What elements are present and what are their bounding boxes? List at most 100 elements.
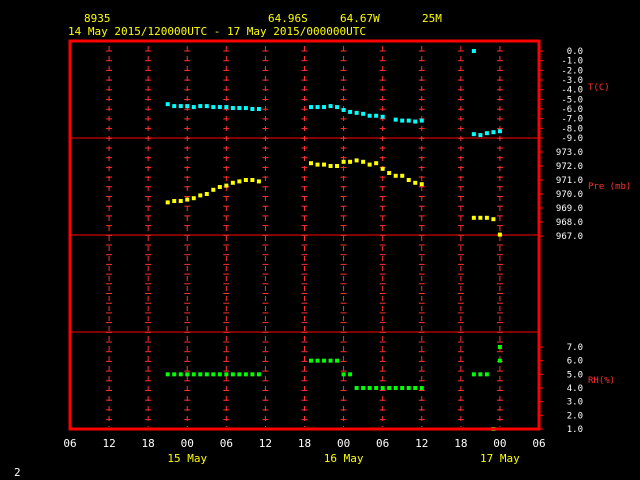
data-point [471,215,476,220]
x-tick-label: 06 [63,437,76,450]
data-point [367,162,372,167]
data-point [191,196,196,201]
data-point [256,107,261,111]
data-point [211,187,216,192]
data-point [341,159,346,164]
data-point [178,372,183,377]
data-point [374,161,379,166]
meteogram: 8935 64.96S 64.67W 25M 14 May 2015/12000… [14,12,631,479]
data-point [224,105,229,110]
data-point [354,158,359,163]
data-point [309,358,314,363]
data-point [172,199,177,203]
data-point [224,183,229,188]
data-point [478,215,483,220]
data-point [243,372,248,377]
data-point [471,372,476,377]
data-point [341,372,346,377]
data-point [484,215,489,220]
data-point [374,113,379,118]
data-point [211,105,216,110]
x-tick-label: 00 [181,437,194,450]
data-point [198,193,203,198]
elevation: 25M [422,12,442,25]
data-point [354,110,359,115]
y-tick-label: 970.0 [556,190,583,200]
data-point [419,386,424,390]
data-point [217,372,222,377]
data-point [328,104,333,109]
data-point [243,106,248,111]
data-point [471,132,476,137]
data-point [348,372,353,377]
data-point [400,118,405,123]
data-point [413,386,418,390]
data-point [400,386,405,390]
y-tick-label: 2.0 [567,411,583,421]
y-axis-labels: 0.0-1.0-2.0-3.0-4.0-5.0-6.0-7.0-8.0-9.0 T… [539,47,631,435]
x-tick-label: 06 [532,437,545,450]
data-point [224,372,229,377]
data-point [230,106,235,111]
data-point [256,372,261,377]
data-point [185,197,190,202]
page-number: 2 [14,466,21,479]
data-point [335,164,340,168]
data-point [361,159,366,164]
data-point [256,179,261,184]
data-point [406,386,411,390]
y-tick-label: -3.0 [561,76,583,86]
y-tick-label: 4.0 [567,384,583,394]
data-point [204,372,209,377]
data-point [309,105,314,110]
x-tick-label: 12 [415,437,428,450]
y-tick-label: -7.0 [561,115,583,125]
y-tick-label: 967.0 [556,232,583,242]
data-point [250,107,255,111]
data-point [367,386,372,390]
data-point [497,129,502,134]
data-point [322,105,327,110]
data-point [471,49,476,53]
data-point [217,185,222,189]
data-point [237,372,242,377]
data-point [413,119,418,124]
data-point [497,345,502,349]
data-point [328,164,333,168]
panel-label: T(C) [588,83,610,93]
data-point [354,386,359,390]
time-range: 14 May 2015/120000UTC - 17 May 2015/0000… [68,25,366,38]
y-tick-label: -6.0 [561,105,583,115]
data-point [328,358,333,363]
data-point [172,104,177,109]
data-point [309,161,314,166]
data-point [393,173,398,178]
data-point [178,104,183,109]
y-tick-label: 0.0 [567,47,583,57]
y-tick-label: 7.0 [567,343,583,353]
data-point [204,192,209,196]
data-point [400,173,405,178]
y-tick-label: 969.0 [556,204,583,214]
data-point [335,358,340,363]
data-point [204,104,209,109]
data-point [250,178,255,182]
data-point [497,358,502,363]
latitude: 64.96S [268,12,308,25]
data-point [230,180,235,185]
data-point [322,358,327,363]
data-point [237,106,242,111]
data-point [478,133,483,138]
date-label: 17 May [480,452,520,465]
date-label: 15 May [167,452,207,465]
data-point [198,104,203,109]
data-point [491,130,496,135]
y-tick-label: -8.0 [561,124,583,134]
data-point [361,386,366,390]
y-tick-label: 972.0 [556,162,583,172]
data-point [341,107,346,112]
y-tick-label: 968.0 [556,218,583,228]
y-tick-label: -4.0 [561,86,583,96]
data-point [230,372,235,377]
y-tick-label: -2.0 [561,66,583,76]
